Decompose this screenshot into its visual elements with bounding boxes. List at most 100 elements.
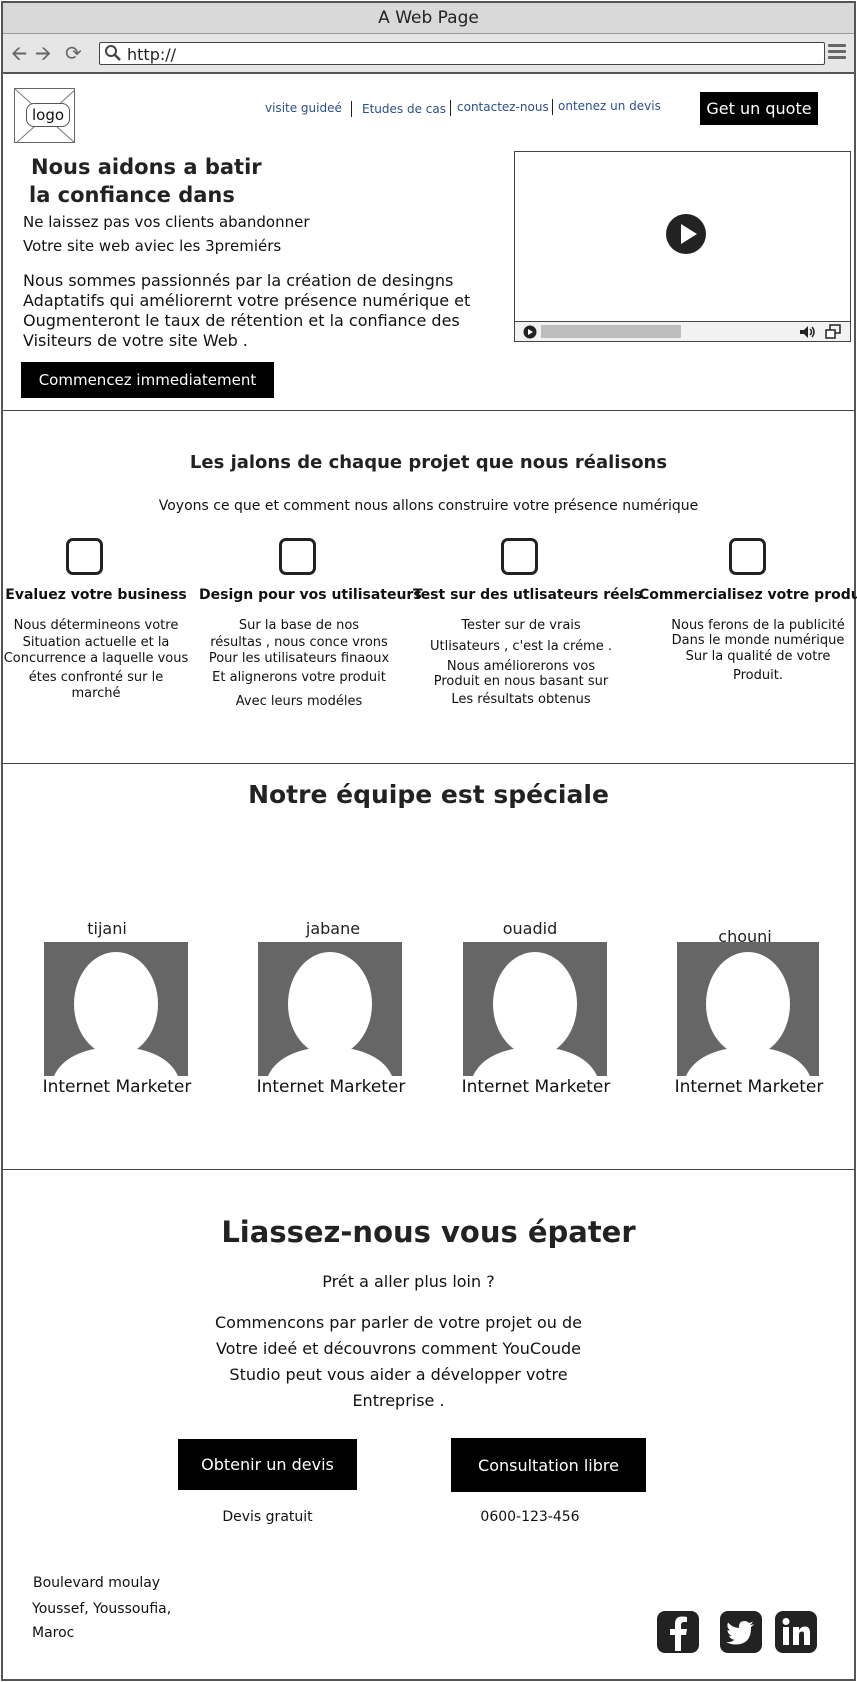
milestone-title: Commercialisez votre produit	[639, 587, 857, 603]
hero-title-line: la confiance dans	[29, 183, 235, 207]
milestone-text: Et alignerons votre produit	[212, 670, 386, 685]
team-title: Notre équipe est spéciale	[248, 780, 609, 809]
milestone-text: Produit.	[733, 668, 783, 683]
person-silhouette-icon	[473, 952, 597, 1076]
url-text: http://	[127, 45, 177, 64]
facebook-glyph	[670, 1616, 687, 1651]
milestones-title: Les jalons de chaque projet que nous réa…	[189, 452, 668, 473]
milestone-checkbox-icon	[66, 538, 103, 575]
milestones-subtitle: Voyons ce que et comment nous allons con…	[158, 498, 699, 514]
cta-paragraph-line: Entreprise .	[352, 1391, 445, 1410]
twitter-glyph	[726, 1621, 754, 1645]
nav-link-contact[interactable]: contactez-nous	[457, 100, 549, 114]
nav-separator	[450, 100, 451, 116]
hamburger-menu-icon[interactable]	[828, 44, 846, 60]
start-now-button[interactable]: Commencez immediatement	[21, 362, 274, 398]
nav-link-devis[interactable]: ontenez un devis	[558, 99, 661, 113]
milestone-text: Nous ferons de la publicité	[671, 618, 845, 633]
milestone-title: Test sur des utlisateurs réels	[413, 587, 643, 603]
milestone-text: marché	[71, 686, 121, 701]
address-bar[interactable]: http://	[99, 42, 825, 65]
video-progress-track[interactable]	[541, 325, 681, 338]
nav-separator	[351, 101, 352, 117]
avatar	[44, 942, 188, 1076]
reload-icon[interactable]: ⟳	[65, 41, 82, 65]
browser-toolbar: 🡨 🡪 ⟳ http://	[3, 34, 854, 74]
milestone-title: Evaluez votre business	[5, 587, 187, 603]
person-silhouette-icon	[686, 952, 810, 1076]
nav-link-visite[interactable]: visite guideé	[265, 101, 342, 115]
small-play-icon[interactable]	[523, 325, 537, 339]
avatar	[258, 942, 402, 1076]
section-divider	[3, 1169, 854, 1170]
milestone-checkbox-icon	[729, 538, 766, 575]
nav-separator	[552, 99, 553, 115]
milestone-text: Tester sur de vrais	[461, 618, 581, 633]
hero-line: Ne laissez pas vos clients abandonner	[23, 213, 310, 231]
estimate-note: Devis gratuit	[222, 1509, 313, 1525]
milestone-title: Design pour vos utilisateurs	[199, 587, 422, 603]
milestone-text: Utlisateurs , c'est la créme .	[430, 639, 612, 654]
milestone-text: résultas , nous conce vrons	[210, 635, 388, 650]
cta-paragraph-line: Commencons par parler de votre projet ou…	[215, 1313, 582, 1332]
milestone-checkbox-icon	[501, 538, 538, 575]
linkedin-glyph	[782, 1618, 810, 1645]
video-player[interactable]	[514, 151, 851, 342]
avatar	[677, 942, 819, 1076]
milestone-checkbox-icon	[279, 538, 316, 575]
get-estimate-button[interactable]: Obtenir un devis	[178, 1439, 357, 1490]
hero-title: Nous aidons a batir la confiance dans	[29, 153, 262, 209]
cta-paragraph-line: Studio peut vous aider a développer votr…	[229, 1365, 568, 1384]
milestone-text: Nous détermineons votre	[13, 618, 179, 633]
get-quote-button[interactable]: Get un quote	[700, 92, 818, 125]
member-name: jabane	[305, 919, 361, 938]
milestone-text: Pour les utilisateurs finaoux	[208, 651, 390, 666]
window-title: A Web Page	[3, 3, 854, 34]
milestone-text: Avec leurs modéles	[235, 694, 363, 709]
nav-link-etudes[interactable]: Etudes de cas	[362, 102, 446, 116]
address-line: Youssef, Youssoufia,	[32, 1601, 172, 1617]
hero-paragraph: Nous sommes passionnés par la création d…	[23, 271, 483, 351]
person-silhouette-icon	[268, 952, 392, 1076]
person-silhouette-icon	[54, 952, 178, 1076]
volume-icon[interactable]	[799, 325, 817, 339]
section-divider	[3, 763, 854, 764]
address-line: Boulevard moulay	[33, 1575, 161, 1591]
milestone-text: Situation actuelle et la	[22, 635, 170, 650]
member-role: Internet Marketer	[674, 1077, 824, 1097]
free-consultation-button[interactable]: Consultation libre	[451, 1438, 646, 1492]
search-icon	[105, 45, 121, 61]
cta-paragraph-line: Votre ideé et découvrons comment YouCoud…	[215, 1339, 582, 1358]
hero-title-line: Nous aidons a batir	[31, 155, 262, 179]
linkedin-icon[interactable]	[775, 1611, 817, 1653]
hero-line: Votre site web aviec les 3premiérs	[23, 237, 282, 255]
milestone-text: Nous améliorerons vos	[446, 659, 596, 674]
member-role: Internet Marketer	[42, 1077, 192, 1097]
fullscreen-icon[interactable]	[825, 324, 841, 339]
member-name: tijani	[87, 919, 127, 938]
cta-subtitle: Prét a aller plus loin ?	[322, 1272, 495, 1291]
member-role: Internet Marketer	[256, 1077, 406, 1097]
facebook-icon[interactable]	[657, 1611, 699, 1653]
logo[interactable]: logo	[14, 88, 75, 143]
hero-paragraph-line: Ougmenteront le taux de rétention et la …	[23, 311, 460, 330]
twitter-icon[interactable]	[720, 1611, 762, 1653]
milestone-text: Sur la base de nos	[238, 618, 360, 633]
forward-arrow-icon[interactable]: 🡪	[35, 41, 51, 65]
back-arrow-icon[interactable]: 🡨	[11, 41, 27, 65]
member-role: Internet Marketer	[461, 1077, 611, 1097]
logo-label: logo	[26, 103, 71, 127]
hero-paragraph-line: Visiteurs de votre site Web .	[23, 331, 248, 350]
phone-number: 0600-123-456	[480, 1509, 580, 1525]
member-name: ouadid	[502, 919, 558, 938]
milestone-text: Dans le monde numérique	[671, 633, 845, 648]
milestone-text: Sur la qualité de votre	[685, 649, 831, 664]
milestone-text: Produit en nous basant sur	[433, 674, 609, 689]
play-icon[interactable]	[665, 213, 707, 255]
browser-window: A Web Page 🡨 🡪 ⟳ http:// logo visite gui…	[1, 1, 857, 1681]
milestone-text: Les résultats obtenus	[451, 692, 591, 707]
hero-paragraph-line: Nous sommes passionnés par la création d…	[23, 271, 454, 290]
milestone-text: étes confronté sur le	[28, 670, 164, 685]
video-controls	[515, 321, 850, 341]
cta-title: Liassez-nous vous épater	[221, 1215, 636, 1249]
